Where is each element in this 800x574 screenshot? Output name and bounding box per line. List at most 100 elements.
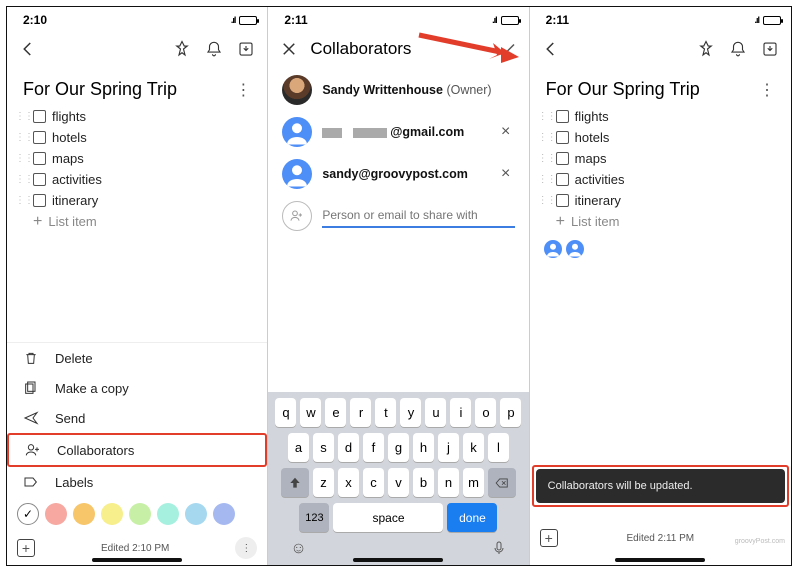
checklist-item[interactable]: activities	[15, 169, 255, 190]
checklist-item[interactable]: hotels	[15, 127, 255, 148]
drag-handle-icon[interactable]	[15, 156, 27, 161]
key-y[interactable]: y	[400, 398, 421, 427]
checkbox[interactable]	[33, 110, 46, 123]
numbers-key[interactable]: 123	[299, 503, 329, 532]
key-n[interactable]: n	[438, 468, 459, 497]
key-z[interactable]: z	[313, 468, 334, 497]
more-actions-icon[interactable]: ⋮	[235, 537, 257, 559]
drag-handle-icon[interactable]	[538, 156, 550, 161]
checkbox[interactable]	[556, 173, 569, 186]
key-b[interactable]: b	[413, 468, 434, 497]
checkbox[interactable]	[556, 152, 569, 165]
more-icon[interactable]: ⋮	[759, 80, 775, 100]
backspace-key[interactable]	[488, 468, 516, 497]
key-q[interactable]: q	[275, 398, 296, 427]
key-u[interactable]: u	[425, 398, 446, 427]
checkbox[interactable]	[33, 173, 46, 186]
drag-handle-icon[interactable]	[15, 135, 27, 140]
drag-handle-icon[interactable]	[538, 135, 550, 140]
key-k[interactable]: k	[463, 433, 484, 462]
shift-key[interactable]	[281, 468, 309, 497]
menu-labels[interactable]: Labels	[7, 467, 267, 497]
checklist-item[interactable]: itinerary	[15, 190, 255, 211]
key-i[interactable]: i	[450, 398, 471, 427]
key-x[interactable]: x	[338, 468, 359, 497]
emoji-key[interactable]: ☺	[290, 540, 306, 561]
color-swatch[interactable]	[73, 503, 95, 525]
checkbox[interactable]	[556, 194, 569, 207]
key-t[interactable]: t	[375, 398, 396, 427]
reminder-icon[interactable]	[203, 38, 225, 60]
archive-icon[interactable]	[759, 38, 781, 60]
key-a[interactable]: a	[288, 433, 309, 462]
checklist-item[interactable]: itinerary	[538, 190, 779, 211]
add-box-icon[interactable]: +	[540, 529, 558, 547]
key-o[interactable]: o	[475, 398, 496, 427]
checklist-item[interactable]: flights	[538, 106, 779, 127]
drag-handle-icon[interactable]	[15, 198, 27, 203]
collaborator-avatar[interactable]	[566, 240, 584, 258]
color-swatch[interactable]	[101, 503, 123, 525]
collaborator-avatar[interactable]	[544, 240, 562, 258]
menu-delete[interactable]: Delete	[7, 343, 267, 373]
key-f[interactable]: f	[363, 433, 384, 462]
checkbox[interactable]	[556, 110, 569, 123]
add-list-item[interactable]: +List item	[15, 211, 255, 232]
item-text: flights	[575, 109, 609, 124]
key-l[interactable]: l	[488, 433, 509, 462]
key-w[interactable]: w	[300, 398, 321, 427]
key-h[interactable]: h	[413, 433, 434, 462]
key-c[interactable]: c	[363, 468, 384, 497]
checkbox[interactable]	[33, 152, 46, 165]
pin-icon[interactable]	[171, 38, 193, 60]
space-key[interactable]: space	[333, 503, 443, 532]
key-d[interactable]: d	[338, 433, 359, 462]
menu-collaborators[interactable]: Collaborators	[7, 433, 267, 467]
back-icon[interactable]	[540, 38, 562, 60]
color-swatch[interactable]	[213, 503, 235, 525]
reminder-icon[interactable]	[727, 38, 749, 60]
done-key[interactable]: done	[447, 503, 497, 532]
menu-send[interactable]: Send	[7, 403, 267, 433]
drag-handle-icon[interactable]	[538, 114, 550, 119]
checkbox[interactable]	[33, 194, 46, 207]
checklist-item[interactable]: maps	[15, 148, 255, 169]
key-m[interactable]: m	[463, 468, 484, 497]
key-r[interactable]: r	[350, 398, 371, 427]
color-none[interactable]: ✓	[17, 503, 39, 525]
key-v[interactable]: v	[388, 468, 409, 497]
color-swatch[interactable]	[185, 503, 207, 525]
drag-handle-icon[interactable]	[15, 177, 27, 182]
back-icon[interactable]	[17, 38, 39, 60]
key-p[interactable]: p	[500, 398, 521, 427]
color-swatch[interactable]	[45, 503, 67, 525]
add-list-item[interactable]: +List item	[538, 211, 779, 232]
archive-icon[interactable]	[235, 38, 257, 60]
note-title[interactable]: For Our Spring Trip	[23, 79, 177, 100]
checklist-item[interactable]: hotels	[538, 127, 779, 148]
key-j[interactable]: j	[438, 433, 459, 462]
key-g[interactable]: g	[388, 433, 409, 462]
close-icon[interactable]	[278, 38, 300, 60]
remove-collaborator-icon[interactable]: ×	[497, 123, 515, 141]
checklist-item[interactable]: flights	[15, 106, 255, 127]
checkbox[interactable]	[556, 131, 569, 144]
drag-handle-icon[interactable]	[538, 177, 550, 182]
checklist-item[interactable]: activities	[538, 169, 779, 190]
color-swatch[interactable]	[157, 503, 179, 525]
pin-icon[interactable]	[695, 38, 717, 60]
color-swatch[interactable]	[129, 503, 151, 525]
key-s[interactable]: s	[313, 433, 334, 462]
remove-collaborator-icon[interactable]: ×	[497, 165, 515, 183]
checklist-item[interactable]: maps	[538, 148, 779, 169]
mic-key[interactable]	[491, 540, 507, 561]
add-box-icon[interactable]: +	[17, 539, 35, 557]
more-icon[interactable]: ⋮	[235, 80, 251, 100]
add-collaborator-input[interactable]	[322, 204, 514, 228]
note-title[interactable]: For Our Spring Trip	[546, 79, 700, 100]
menu-copy[interactable]: Make a copy	[7, 373, 267, 403]
checkbox[interactable]	[33, 131, 46, 144]
key-e[interactable]: e	[325, 398, 346, 427]
drag-handle-icon[interactable]	[15, 114, 27, 119]
drag-handle-icon[interactable]	[538, 198, 550, 203]
